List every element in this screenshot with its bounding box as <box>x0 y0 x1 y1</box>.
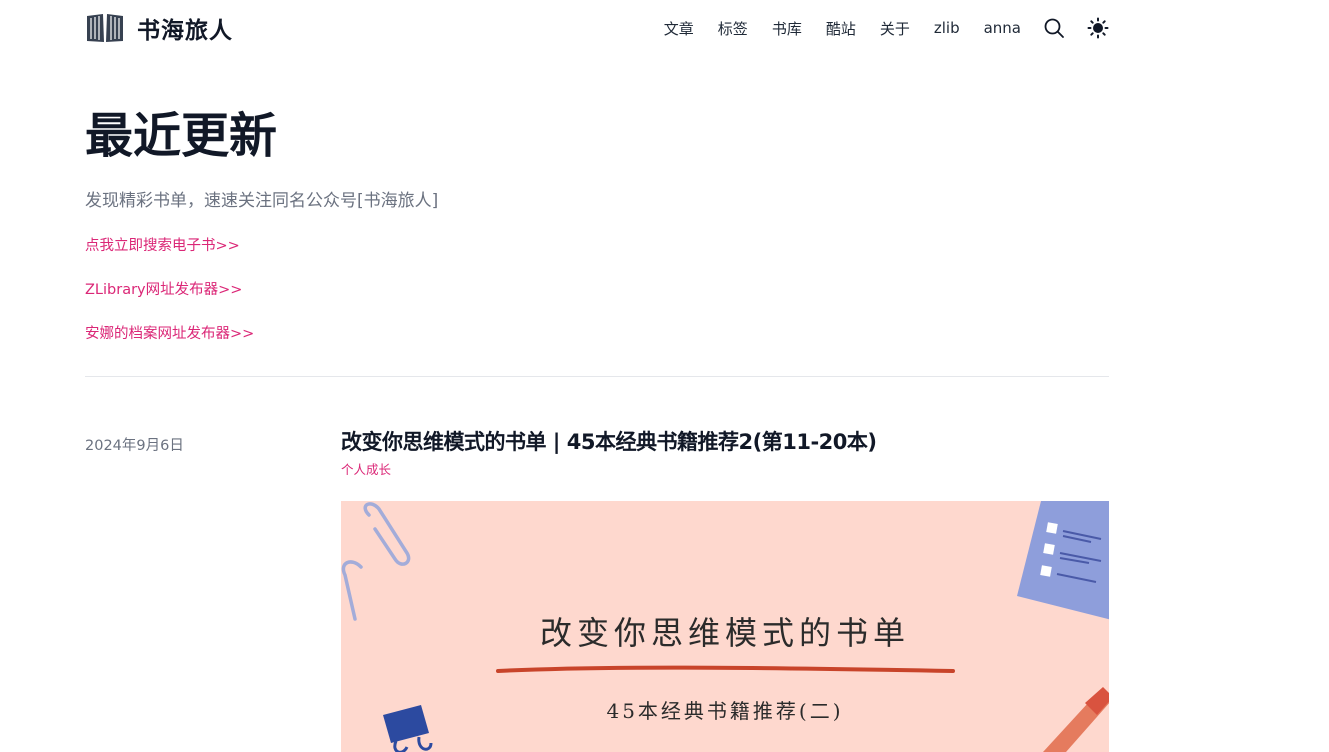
post-cover-image[interactable]: 改变你思维模式的书单 45本经典书籍推荐(二) <box>341 501 1109 752</box>
nav-item-about[interactable]: 关于 <box>880 18 910 39</box>
cover-subtitle: 45本经典书籍推荐(二) <box>606 699 844 723</box>
checklist-note-icon <box>1017 501 1109 620</box>
nav-item-library[interactable]: 书库 <box>772 18 802 39</box>
paperclip-icon <box>363 502 411 566</box>
nav-item-articles[interactable]: 文章 <box>664 18 694 39</box>
site-logo[interactable]: 书海旅人 <box>85 11 233 45</box>
post-tag[interactable]: 个人成长 <box>341 459 391 478</box>
cover-title: 改变你思维模式的书单 <box>539 614 910 652</box>
book-logo-icon <box>87 14 123 42</box>
nav-item-tags[interactable]: 标签 <box>718 18 748 39</box>
divider <box>85 376 1109 377</box>
nav-item-anna[interactable]: anna <box>984 19 1021 37</box>
sun-icon <box>1087 17 1109 39</box>
cover-underline <box>496 665 955 673</box>
nav-item-zlib[interactable]: zlib <box>934 19 960 37</box>
page-title: 最近更新 <box>85 108 278 164</box>
search-icon <box>1044 18 1064 38</box>
search-button[interactable] <box>1043 17 1065 39</box>
site-title: 书海旅人 <box>137 18 233 44</box>
page-subtitle: 发现精彩书单，速速关注同名公众号[书海旅人] <box>85 191 439 211</box>
post-date: 2024年9月6日 <box>85 438 184 454</box>
main-nav: 文章 标签 书库 酷站 关于 zlib anna <box>664 14 1109 42</box>
nav-item-cool-sites[interactable]: 酷站 <box>826 18 856 39</box>
ebook-search-link[interactable]: 点我立即搜索电子书>> <box>85 234 240 255</box>
zlibrary-link[interactable]: ZLibrary网址发布器>> <box>85 278 242 299</box>
post-title[interactable]: 改变你思维模式的书单 | 45本经典书籍推荐2(第11-20本) <box>341 426 877 456</box>
site-header: 书海旅人 文章 标签 书库 酷站 关于 zlib anna <box>85 0 1109 56</box>
annas-archive-link[interactable]: 安娜的档案网址发布器>> <box>85 322 254 343</box>
theme-toggle-button[interactable] <box>1087 17 1109 39</box>
